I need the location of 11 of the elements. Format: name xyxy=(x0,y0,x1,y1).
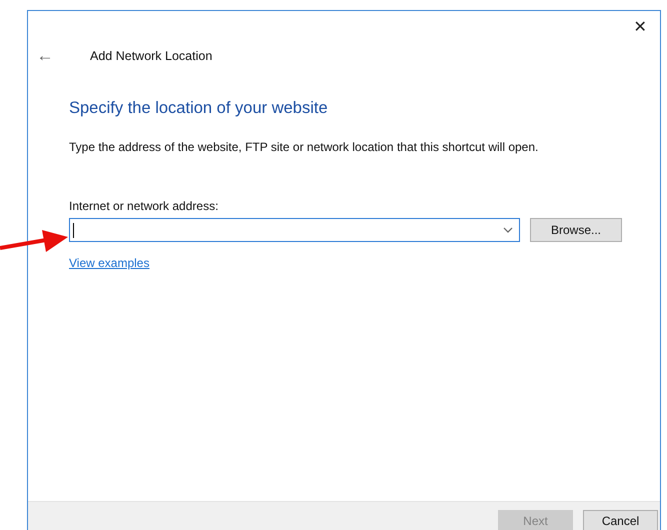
view-examples-link[interactable]: View examples xyxy=(69,256,150,270)
address-field[interactable] xyxy=(69,218,520,242)
description-text: Type the address of the website, FTP site or network location that this shortcut will open. xyxy=(69,140,540,154)
chevron-down-icon xyxy=(503,227,513,233)
footer-button[interactable]: Cancel xyxy=(583,510,658,530)
window-title: Add Network Location xyxy=(90,49,212,63)
close-button[interactable]: ✕ xyxy=(626,15,654,39)
field-label: Internet or network address: xyxy=(69,199,220,213)
back-button[interactable]: ← xyxy=(36,46,54,66)
browse-button[interactable]: Browse... xyxy=(530,218,622,242)
page-heading: Specify the location of your website xyxy=(69,99,329,118)
